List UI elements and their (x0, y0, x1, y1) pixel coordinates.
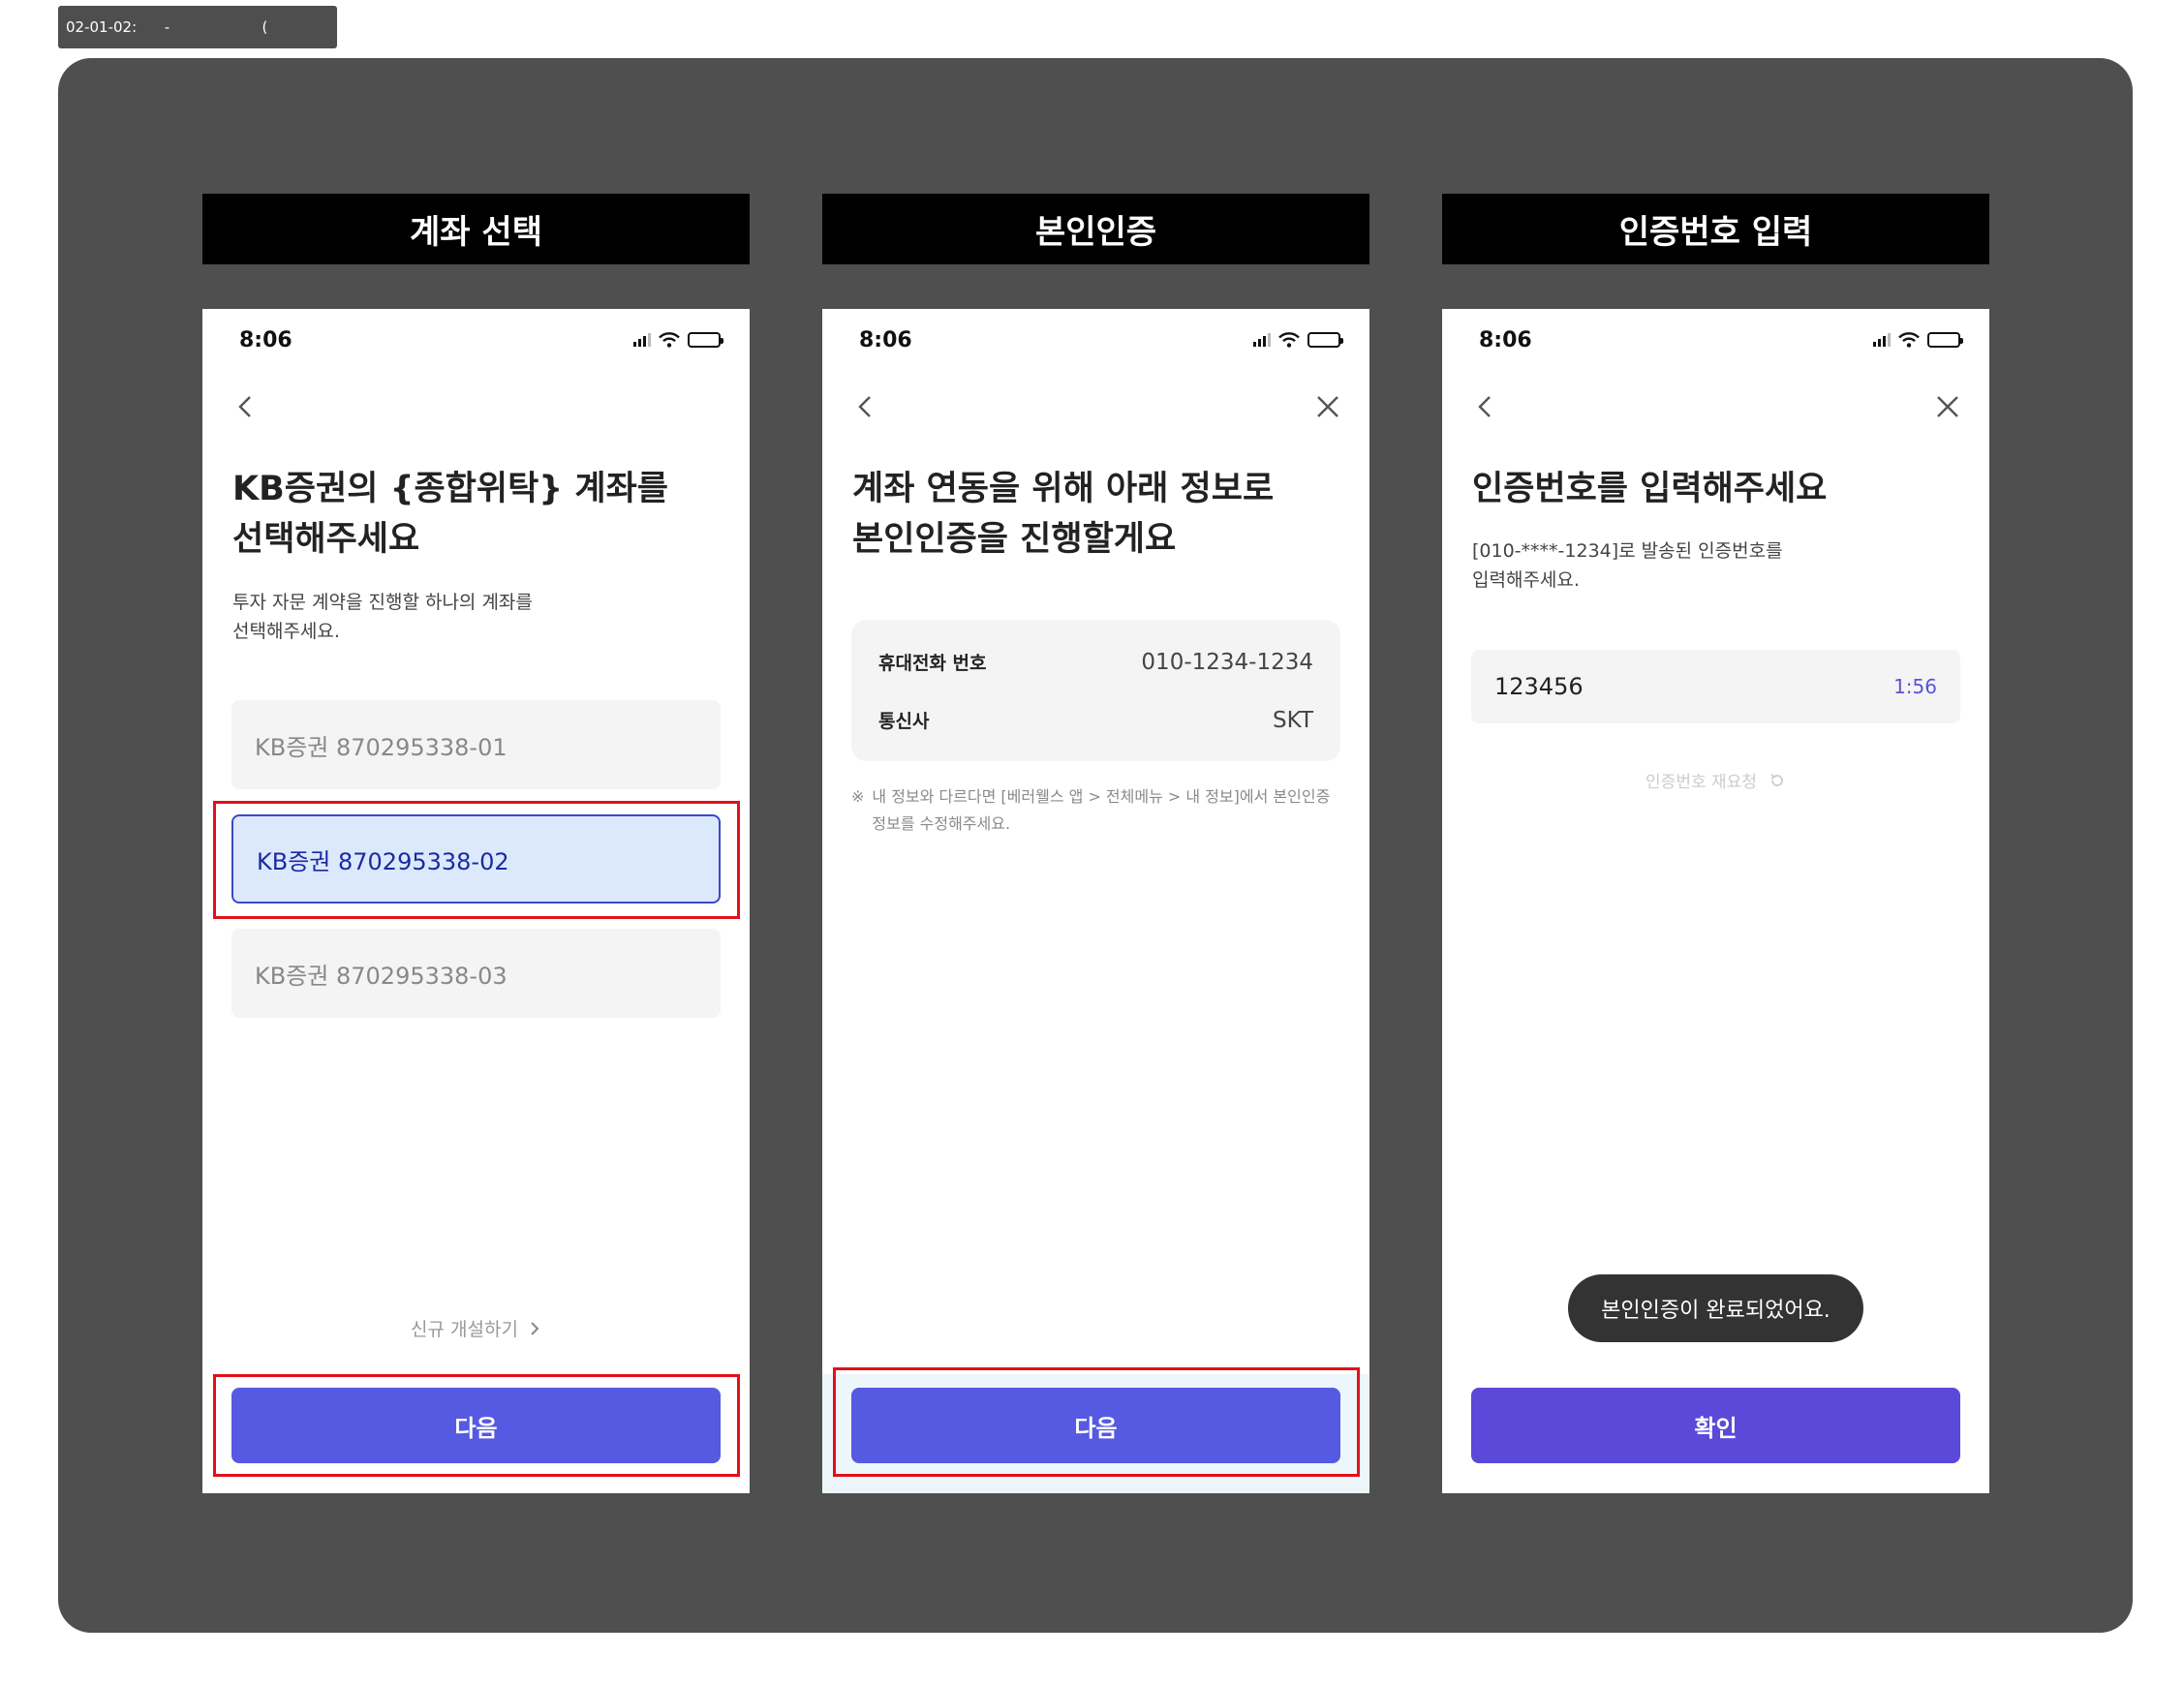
signal-icon (1873, 333, 1891, 347)
battery-icon (1307, 332, 1343, 348)
code-value: 123456 (1494, 673, 1584, 700)
phone-value: 010-1234-1234 (1141, 649, 1313, 675)
description-line1: [010-****-1234]로 발송된 인증번호를 (1472, 540, 1783, 562)
status-icons (1873, 332, 1963, 348)
wifi-icon (1898, 332, 1920, 348)
wifi-icon (1278, 332, 1300, 348)
page-description: 투자 자문 계약을 진행할 하나의 계좌를 선택해주세요. (232, 588, 688, 646)
description-line2: 입력해주세요. (1472, 569, 1580, 591)
battery-icon (1927, 332, 1963, 348)
close-icon[interactable] (1933, 392, 1962, 421)
account-option-selected[interactable]: KB증권 870295338-02 (231, 814, 721, 904)
screen-code-entry: 8:06 인증번호를 입력해주세요 [010-****-1234]로 발송된 인… (1442, 309, 1989, 1493)
page-title-line2: 선택해주세요 (232, 520, 420, 559)
battery-icon (688, 332, 723, 348)
new-account-label: 신규 개설하기 (411, 1319, 518, 1340)
page-title-line1: 계좌 연동을 위해 아래 정보로 (852, 470, 1275, 508)
user-info-card: 휴대전화 번호 010-1234-1234 통신사 SKT (851, 620, 1340, 761)
refresh-icon (1770, 773, 1783, 786)
page-title: 계좌 연동을 위해 아래 정보로 본인인증을 진행할게요 (852, 464, 1346, 565)
confirm-button[interactable]: 확인 (1471, 1388, 1960, 1463)
status-icons (633, 332, 723, 348)
page-title-line1: KB증권의 {종합위탁} 계좌를 (232, 470, 669, 508)
frame-tag: 02-01-02: - ( (58, 6, 337, 48)
back-chevron-icon[interactable] (231, 392, 261, 421)
page-title: 인증번호를 입력해주세요 (1472, 464, 1966, 514)
info-row-carrier: 통신사 SKT (878, 707, 1313, 733)
status-icons (1253, 332, 1343, 348)
toast-message: 본인인증이 완료되었어요. (1568, 1274, 1863, 1342)
status-time: 8:06 (859, 328, 912, 352)
description-line1: 투자 자문 계약을 진행할 하나의 계좌를 (232, 592, 533, 613)
phase-header-code-entry: 인증번호 입력 (1442, 194, 1989, 264)
status-time: 8:06 (239, 328, 292, 352)
new-account-link[interactable]: 신규 개설하기 (202, 1315, 750, 1341)
chevron-right-icon (531, 1321, 539, 1335)
countdown-timer: 1:56 (1893, 675, 1937, 698)
notice-line2: 정보를 수정해주세요. (872, 814, 1011, 833)
notice-mark: ※ (851, 787, 865, 806)
next-button[interactable]: 다음 (231, 1388, 721, 1463)
description-line2: 선택해주세요. (232, 621, 340, 642)
phone-label: 휴대전화 번호 (878, 653, 987, 674)
phase-header-identity-verify: 본인인증 (822, 194, 1369, 264)
notice-line1: 내 정보와 다르다면 [베러웰스 앱 > 전체메뉴 > 내 정보]에서 본인인증 (872, 787, 1331, 806)
resend-code-button[interactable]: 인증번호 재요청 (1442, 768, 1989, 792)
account-option[interactable]: KB증권 870295338-01 (231, 700, 721, 789)
account-option[interactable]: KB증권 870295338-03 (231, 929, 721, 1018)
back-chevron-icon[interactable] (851, 392, 880, 421)
status-time: 8:06 (1479, 328, 1532, 352)
signal-icon (1253, 333, 1271, 347)
signal-icon (633, 333, 651, 347)
screen-identity-verify: 8:06 계좌 연동을 위해 아래 정보로 본인인증을 진행할게요 휴대전화 번… (822, 309, 1369, 1493)
close-icon[interactable] (1313, 392, 1342, 421)
back-chevron-icon[interactable] (1471, 392, 1500, 421)
next-button[interactable]: 다음 (851, 1388, 1340, 1463)
carrier-value: SKT (1273, 707, 1313, 733)
page-title-line2: 본인인증을 진행할게요 (852, 520, 1177, 559)
info-row-phone: 휴대전화 번호 010-1234-1234 (878, 649, 1313, 675)
screen-account-select: 8:06 KB증권의 {종합위탁} 계좌를 선택해주세요 투자 자문 계약을 진… (202, 309, 750, 1493)
resend-label: 인증번호 재요청 (1646, 773, 1757, 792)
phase-header-account-select: 계좌 선택 (202, 194, 750, 264)
verification-code-input[interactable]: 123456 1:56 (1471, 650, 1960, 723)
page-title: KB증권의 {종합위탁} 계좌를 선택해주세요 (232, 464, 726, 565)
wifi-icon (659, 332, 680, 348)
carrier-label: 통신사 (878, 711, 930, 732)
page-title-line1: 인증번호를 입력해주세요 (1472, 470, 1828, 508)
page-description: [010-****-1234]로 발송된 인증번호를 입력해주세요. (1472, 536, 1927, 595)
info-notice: ※ 내 정보와 다르다면 [베러웰스 앱 > 전체메뉴 > 내 정보]에서 본인… (851, 783, 1340, 838)
